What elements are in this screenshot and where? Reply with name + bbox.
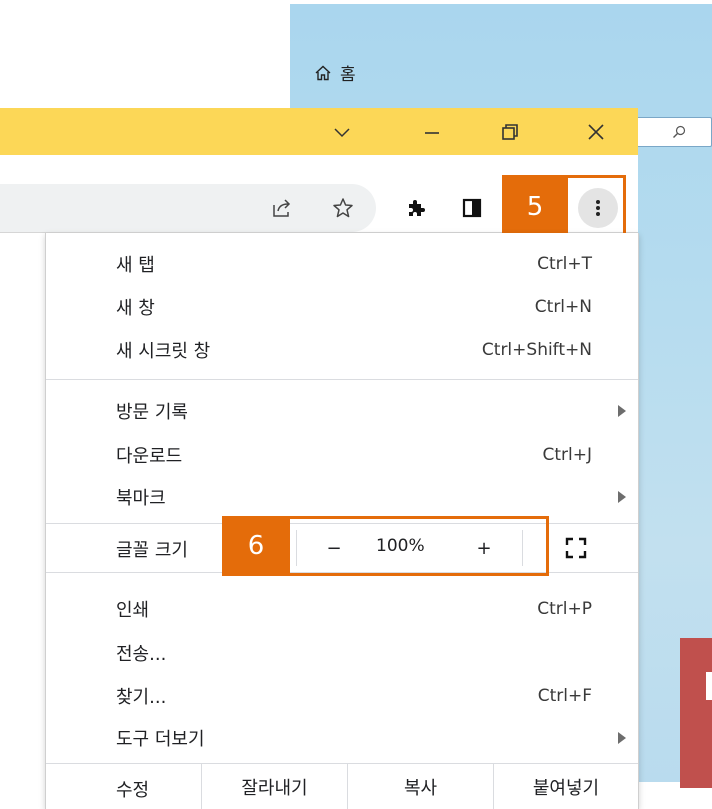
menu-item-label: 찾기... — [116, 687, 167, 708]
menu-item-shortcut: Ctrl+N — [534, 297, 592, 317]
menu-item-shortcut: Ctrl+Shift+N — [481, 340, 592, 360]
menu-item-downloads[interactable]: 다운로드 Ctrl+J — [46, 435, 638, 475]
background-red-panel-inner — [706, 672, 712, 700]
menu-item-label: 다운로드 — [116, 446, 183, 467]
zoom-label: 글꼴 크기 — [116, 540, 188, 561]
menu-item-bookmarks[interactable]: 북마크 — [46, 477, 638, 517]
submenu-arrow-icon — [618, 732, 626, 744]
menu-item-shortcut: Ctrl+P — [537, 599, 592, 619]
close-button[interactable] — [566, 108, 626, 155]
menu-item-label: 새 창 — [116, 298, 155, 319]
menu-item-shortcut: Ctrl+F — [537, 686, 592, 706]
callout-5-label: 5 — [502, 175, 568, 239]
extensions-icon — [409, 200, 425, 216]
menu-item-shortcut: Ctrl+J — [542, 445, 592, 465]
side-panel-icon — [462, 198, 482, 218]
close-icon — [588, 123, 604, 140]
menu-item-label: 인쇄 — [116, 600, 150, 621]
tab-search-button[interactable] — [312, 108, 372, 155]
fullscreen-icon[interactable] — [564, 536, 588, 560]
background-home-link[interactable]: 홈 — [314, 60, 356, 85]
submenu-arrow-icon — [618, 491, 626, 503]
cut-button[interactable]: 잘라내기 — [201, 764, 347, 809]
address-bar[interactable] — [0, 184, 376, 232]
star-icon — [333, 198, 353, 218]
bookmark-star-button[interactable] — [325, 190, 361, 226]
paste-button[interactable]: 붙여넣기 — [493, 764, 638, 809]
edit-row: 수정 잘라내기 복사 붙여넣기 — [46, 763, 638, 809]
share-icon — [273, 199, 291, 217]
menu-item-shortcut: Ctrl+T — [537, 254, 592, 274]
browser-title-bar[interactable] — [0, 108, 638, 155]
callout-6-label: 6 — [222, 516, 290, 576]
menu-item-new-incognito-window[interactable]: 새 시크릿 창 Ctrl+Shift+N — [46, 330, 638, 370]
extensions-button[interactable] — [398, 190, 434, 226]
menu-item-label: 새 탭 — [116, 255, 155, 276]
restore-button[interactable] — [480, 108, 540, 155]
menu-item-label: 도구 더보기 — [116, 729, 205, 750]
menu-item-more-tools[interactable]: 도구 더보기 — [46, 718, 638, 758]
background-search-box[interactable] — [630, 117, 712, 147]
home-icon — [315, 65, 331, 80]
menu-item-label: 북마크 — [116, 488, 166, 509]
minimize-button[interactable] — [402, 108, 462, 155]
restore-icon — [502, 123, 518, 140]
background-red-panel — [680, 638, 712, 788]
menu-item-find[interactable]: 찾기... Ctrl+F — [46, 676, 638, 716]
search-icon — [673, 125, 686, 138]
home-label: 홈 — [340, 65, 356, 85]
menu-separator — [46, 379, 638, 380]
screenshot-stage: 홈 5 새 탭 Ctrl+T 새 창 Ctrl+N 새 시크릿 창 Ctrl+S… — [0, 0, 712, 809]
menu-item-history[interactable]: 방문 기록 — [46, 391, 638, 431]
minimize-icon — [425, 131, 439, 134]
side-panel-button[interactable] — [454, 190, 490, 226]
menu-item-label: 전송... — [116, 644, 167, 665]
menu-item-print[interactable]: 인쇄 Ctrl+P — [46, 589, 638, 629]
copy-button[interactable]: 복사 — [347, 764, 493, 809]
share-button[interactable] — [264, 190, 300, 226]
menu-item-new-tab[interactable]: 새 탭 Ctrl+T — [46, 244, 638, 284]
menu-item-new-window[interactable]: 새 창 Ctrl+N — [46, 287, 638, 327]
menu-item-cast[interactable]: 전송... — [46, 633, 638, 673]
menu-item-label: 새 시크릿 창 — [116, 341, 211, 362]
menu-item-label: 방문 기록 — [116, 402, 188, 423]
chevron-down-icon — [334, 127, 350, 137]
edit-label: 수정 — [116, 780, 150, 801]
submenu-arrow-icon — [618, 405, 626, 417]
